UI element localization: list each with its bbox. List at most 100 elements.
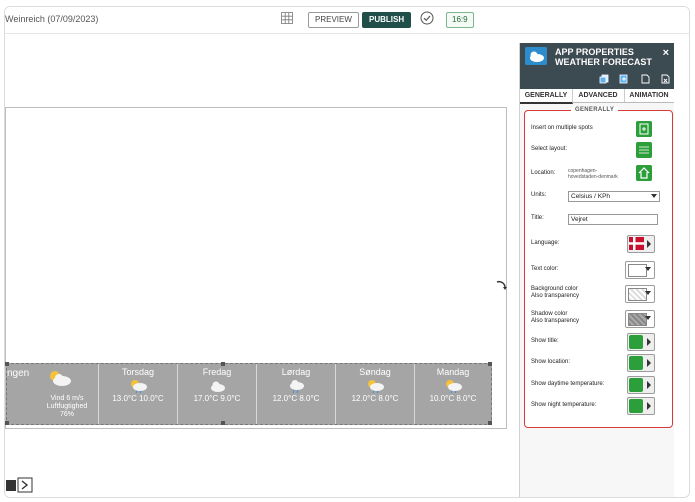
layout-icon[interactable] [636, 142, 652, 158]
select-layout-label: Select layout: [531, 146, 568, 152]
thumbs-up-icon [629, 356, 643, 370]
forecast-day: Lørdag 12.0°C 8.0°C [257, 364, 335, 424]
resize-handle[interactable] [488, 362, 492, 366]
resize-handle[interactable] [488, 421, 492, 425]
wind-text: Vind 6 m/s [50, 395, 84, 402]
aspect-ratio-button[interactable]: 16:9 [446, 12, 474, 28]
home-icon[interactable] [636, 165, 652, 181]
title-label: Title: [531, 215, 544, 221]
forecast-day: Fredag 17.0°C 9.0°C [178, 364, 256, 424]
tab-generally[interactable]: GENERALLY [520, 89, 573, 104]
bg-color-label-2: Also transparency [531, 293, 580, 299]
check-circle-icon[interactable] [420, 11, 434, 25]
show-day-temp-toggle[interactable] [627, 376, 655, 394]
thumbs-up-icon [629, 378, 643, 392]
text-color-picker[interactable] [625, 261, 655, 279]
layer-controls[interactable] [5, 476, 35, 494]
sun-cloud-rain-icon [368, 380, 384, 393]
sun-cloud-icon [50, 371, 71, 386]
weather-app-icon [525, 47, 547, 65]
humidity-value: 76% [59, 411, 74, 418]
day-temps: 12.0°C 8.0°C [272, 394, 320, 403]
tab-advanced[interactable]: ADVANCED [572, 89, 625, 102]
chevron-down-icon [645, 267, 651, 271]
chevron-right-icon [647, 359, 651, 367]
publish-button[interactable]: PUBLISH [362, 12, 412, 28]
city-label: ngen [7, 368, 30, 379]
grid-icon[interactable] [281, 12, 293, 24]
chevron-down-icon [651, 194, 657, 198]
app-properties-panel: APP PROPERTIES WEATHER FORECAST × GENERA… [519, 43, 674, 497]
panel-tools [593, 71, 670, 89]
day-name: Søndag [359, 367, 391, 377]
rotate-icon[interactable] [494, 279, 508, 293]
chevron-down-icon [645, 316, 651, 320]
duplicate-icon[interactable] [619, 71, 629, 84]
day-temps: 17.0°C 9.0°C [193, 394, 241, 403]
tab-animation[interactable]: ANIMATION [624, 89, 674, 102]
units-select[interactable]: Celsius / KPh [568, 191, 660, 202]
day-temps: 13.0°C 10.0°C [112, 394, 164, 403]
day-name: Fredag [202, 367, 232, 377]
show-night-temp-label: Show night temperature: [531, 402, 597, 408]
shadow-color-label: Shadow color Also transparency [531, 311, 579, 325]
document-title: Weinreich (07/09/2023) [5, 14, 99, 24]
units-label: Units: [531, 192, 547, 198]
top-bar: Weinreich (07/09/2023) PREVIEW PUBLISH 1… [5, 7, 689, 34]
shadow-color-label-1: Shadow color [531, 311, 568, 317]
panel-tabs: GENERALLY ADVANCED ANIMATION [520, 89, 674, 104]
chevron-right-icon [647, 240, 651, 248]
bg-color-label: Background color Also transparency [531, 286, 579, 300]
location-label: Location: [531, 170, 556, 176]
shadow-color-label-2: Also transparency [531, 318, 580, 324]
text-color-label: Text color: [531, 266, 559, 272]
canvas-area: ngen Vind 6 m/s Luftfugtighed 76% Torsda… [5, 34, 519, 497]
panel-title-line1: APP PROPERTIES [555, 47, 634, 57]
day-name: Lørdag [281, 367, 311, 377]
day-temps: 12.0°C 8.0°C [351, 394, 399, 403]
day-name: Mandag [436, 367, 470, 377]
forecast-day: Mandag 10.0°C 8.0°C [415, 364, 491, 424]
slide-preview: ngen Vind 6 m/s Luftfugtighed 76% Torsda… [5, 107, 507, 429]
cloud-icon [211, 381, 225, 392]
weather-widget[interactable]: ngen Vind 6 m/s Luftfugtighed 76% Torsda… [5, 362, 492, 425]
panel-header: APP PROPERTIES WEATHER FORECAST × [520, 43, 674, 89]
show-day-temp-label: Show daytime temperature: [531, 381, 605, 387]
preview-button[interactable]: PREVIEW [308, 12, 359, 28]
today-forecast: ngen Vind 6 m/s Luftfugtighed 76% [7, 364, 98, 424]
chevron-right-icon [647, 402, 651, 410]
forecast-day: Søndag 12.0°C 8.0°C [336, 364, 414, 424]
panel-title: APP PROPERTIES WEATHER FORECAST [555, 47, 655, 67]
thumbs-up-icon [629, 399, 643, 413]
delete-doc-icon[interactable] [660, 71, 670, 84]
close-icon[interactable]: × [663, 47, 669, 59]
show-title-toggle[interactable] [627, 333, 655, 351]
settings-group: GENERALLY Insert on multiple spots Selec… [524, 107, 673, 428]
language-picker[interactable] [627, 235, 655, 253]
day-temps: 10.0°C 8.0°C [429, 394, 477, 403]
bg-color-picker[interactable] [625, 285, 655, 303]
copy-icon[interactable] [599, 71, 609, 84]
title-input[interactable]: Vejret [568, 214, 658, 225]
show-title-label: Show title: [531, 338, 559, 344]
location-value: copenhagen- hovedstaden-denmark [568, 168, 618, 180]
show-night-temp-toggle[interactable] [627, 397, 655, 415]
forecast-day: Torsdag 13.0°C 10.0°C [99, 364, 177, 424]
resize-handle[interactable] [5, 362, 9, 366]
wind-humidity: Vind 6 m/s Luftfugtighed 76% [43, 395, 91, 419]
sun-cloud-rain-icon [446, 380, 462, 393]
resize-handle[interactable] [221, 362, 225, 366]
resize-handle[interactable] [5, 421, 9, 425]
section-title: GENERALLY [571, 107, 619, 113]
shadow-color-picker[interactable] [625, 310, 655, 328]
insert-spots-icon[interactable] [636, 121, 652, 137]
chevron-down-icon [645, 291, 651, 295]
units-value: Celsius / KPh [571, 193, 611, 200]
show-location-toggle[interactable] [627, 354, 655, 372]
cloud-rain-icon [290, 380, 304, 393]
panel-title-line2: WEATHER FORECAST [555, 57, 652, 67]
resize-handle[interactable] [221, 421, 225, 425]
document-icon[interactable] [640, 71, 650, 84]
chevron-right-icon [647, 381, 651, 389]
app-window: Weinreich (07/09/2023) PREVIEW PUBLISH 1… [4, 6, 690, 498]
